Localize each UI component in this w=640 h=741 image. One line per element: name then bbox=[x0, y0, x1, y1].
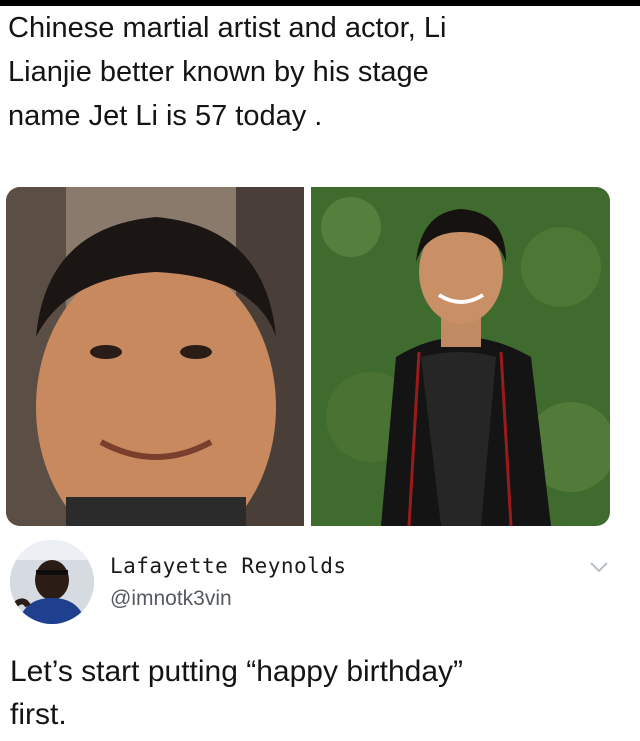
standing-portrait-photo bbox=[311, 187, 610, 526]
headline: Chinese martial artist and actor, Li Lia… bbox=[8, 6, 608, 138]
tweet-text: Let’s start putting “happy birthday” fir… bbox=[10, 650, 630, 736]
chevron-down-icon[interactable] bbox=[588, 560, 610, 574]
photo-pair bbox=[6, 187, 610, 526]
headline-line: name Jet Li is 57 today . bbox=[8, 100, 323, 132]
user-handle[interactable]: @imnotk3vin bbox=[110, 587, 232, 611]
tweet: Lafayette Reynolds @imnotk3vin Let’s sta… bbox=[0, 530, 640, 741]
tweet-text-line: Let’s start putting “happy birthday” bbox=[10, 655, 464, 688]
display-name[interactable]: Lafayette Reynolds bbox=[110, 554, 347, 578]
tweet-text-line: first. bbox=[10, 698, 67, 731]
headline-line: Chinese martial artist and actor, Li bbox=[8, 12, 447, 44]
avatar[interactable] bbox=[10, 540, 94, 624]
headline-line: Lianjie better known by his stage bbox=[8, 56, 429, 88]
closeup-portrait-photo bbox=[6, 187, 304, 526]
